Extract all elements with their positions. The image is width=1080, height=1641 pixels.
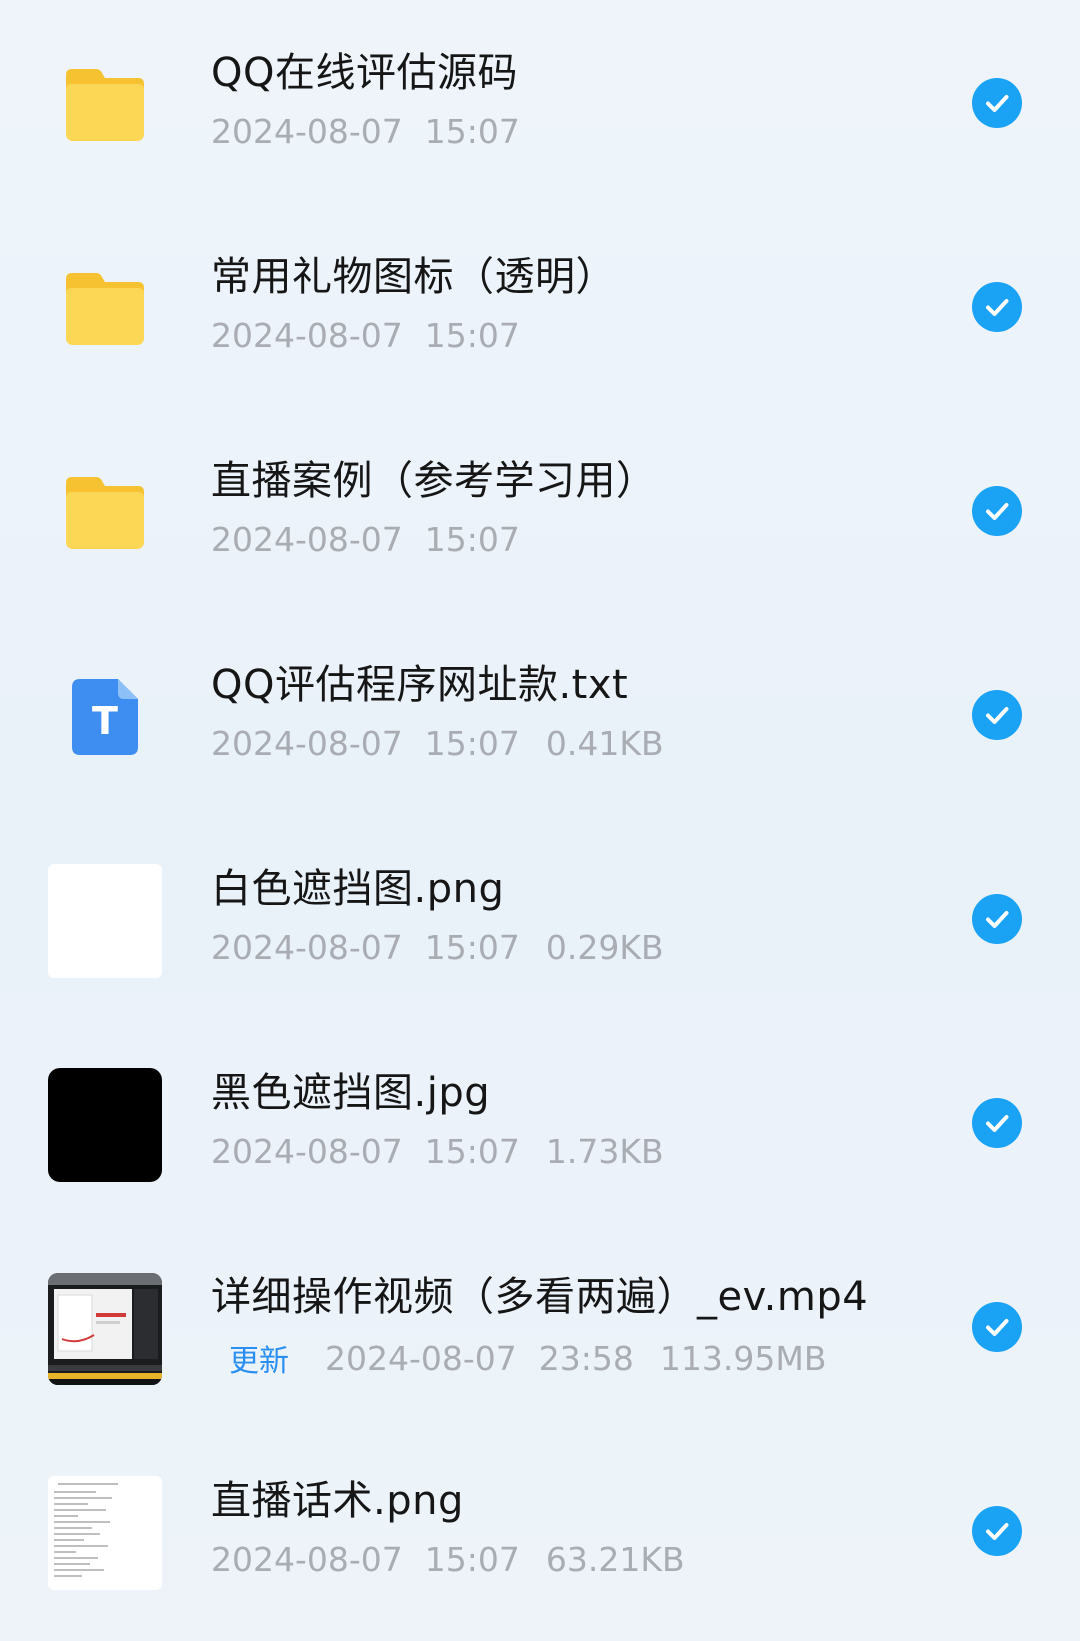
file-name: 黑色遮挡图.jpg: [211, 1070, 491, 1116]
file-date: 2024-08-07: [211, 1132, 403, 1171]
file-row-live-cases[interactable]: 直播案例（参考学习用） 2024-08-07 15:07: [0, 408, 1080, 612]
video-thumbnail: [48, 1272, 162, 1386]
file-meta: 2024-08-07 15:07 0.29KB: [211, 928, 664, 967]
document-image-preview: [48, 1476, 162, 1590]
folder-icon: [48, 252, 162, 366]
file-name: 常用礼物图标（透明）: [211, 254, 616, 300]
file-date: 2024-08-07: [211, 520, 403, 559]
file-row-qq-url-txt[interactable]: T QQ评估程序网址款.txt 2024-08-07 15:07 0.41KB: [0, 612, 1080, 816]
checkbox-checked-icon[interactable]: [972, 1098, 1022, 1148]
file-size: 0.29KB: [545, 928, 664, 967]
file-meta: 2024-08-07 15:07: [211, 520, 520, 559]
file-time: 15:07: [424, 520, 520, 559]
file-time: 15:07: [424, 1132, 520, 1171]
file-date: 2024-08-07: [211, 928, 403, 967]
file-time: 15:07: [424, 928, 520, 967]
file-meta: 2024-08-07 15:07 0.41KB: [211, 724, 664, 763]
folder-icon: [48, 48, 162, 162]
black-image-preview: [48, 1068, 162, 1182]
svg-text:T: T: [92, 699, 118, 743]
file-date: 2024-08-07: [325, 1338, 517, 1378]
file-row-tutorial-video[interactable]: 详细操作视频（多看两遍）_ev.mp4 更新 2024-08-07 23:58 …: [0, 1224, 1080, 1428]
checkbox-checked-icon[interactable]: [972, 486, 1022, 536]
video-preview: [48, 1273, 162, 1385]
file-name: 直播话术.png: [211, 1478, 464, 1524]
checkbox-checked-icon[interactable]: [972, 1302, 1022, 1352]
file-row-gift-icons[interactable]: 常用礼物图标（透明） 2024-08-07 15:07: [0, 204, 1080, 408]
file-meta: 2024-08-07 15:07: [211, 316, 520, 355]
file-time: 15:07: [424, 316, 520, 355]
checkbox-checked-icon[interactable]: [972, 1506, 1022, 1556]
file-name: QQ在线评估源码: [211, 50, 518, 96]
image-thumbnail: [48, 1068, 162, 1182]
file-name: QQ评估程序网址款.txt: [211, 662, 629, 708]
file-time: 23:58: [538, 1338, 634, 1378]
checkbox-checked-icon[interactable]: [972, 894, 1022, 944]
file-date: 2024-08-07: [211, 724, 403, 763]
file-meta: 更新 2024-08-07 23:58 113.95MB: [211, 1336, 826, 1380]
file-name: 白色遮挡图.png: [211, 866, 505, 912]
update-badge: 更新: [229, 1344, 289, 1379]
file-time: 15:07: [424, 112, 520, 151]
file-row-black-mask-jpg[interactable]: 黑色遮挡图.jpg 2024-08-07 15:07 1.73KB: [0, 1020, 1080, 1224]
file-meta: 2024-08-07 15:07: [211, 112, 520, 151]
file-date: 2024-08-07: [211, 1540, 403, 1579]
file-size: 113.95MB: [659, 1338, 827, 1378]
file-size: 1.73KB: [545, 1132, 664, 1171]
text-file-icon: T: [48, 660, 162, 774]
file-row-qq-source[interactable]: QQ在线评估源码 2024-08-07 15:07: [0, 0, 1080, 204]
image-thumbnail: [48, 864, 162, 978]
file-name: 直播案例（参考学习用）: [211, 458, 657, 504]
checkbox-checked-icon[interactable]: [972, 690, 1022, 740]
file-date: 2024-08-07: [211, 112, 403, 151]
image-thumbnail: [48, 1476, 162, 1590]
file-meta: 2024-08-07 15:07 1.73KB: [211, 1132, 664, 1171]
checkbox-checked-icon[interactable]: [972, 78, 1022, 128]
file-time: 15:07: [424, 1540, 520, 1579]
file-date: 2024-08-07: [211, 316, 403, 355]
file-name: 详细操作视频（多看两遍）_ev.mp4: [211, 1274, 869, 1320]
file-row-white-mask-png[interactable]: 白色遮挡图.png 2024-08-07 15:07 0.29KB: [0, 816, 1080, 1020]
file-meta: 2024-08-07 15:07 63.21KB: [211, 1540, 685, 1579]
file-time: 15:07: [424, 724, 520, 763]
white-image-preview: [48, 864, 162, 978]
folder-icon: [48, 456, 162, 570]
file-size: 0.41KB: [545, 724, 664, 763]
file-size: 63.21KB: [545, 1540, 685, 1579]
checkbox-checked-icon[interactable]: [972, 282, 1022, 332]
file-row-live-script-png[interactable]: 直播话术.png 2024-08-07 15:07 63.21KB: [0, 1428, 1080, 1632]
file-list: QQ在线评估源码 2024-08-07 15:07 常用礼物图标（透明） 202…: [0, 0, 1080, 1641]
